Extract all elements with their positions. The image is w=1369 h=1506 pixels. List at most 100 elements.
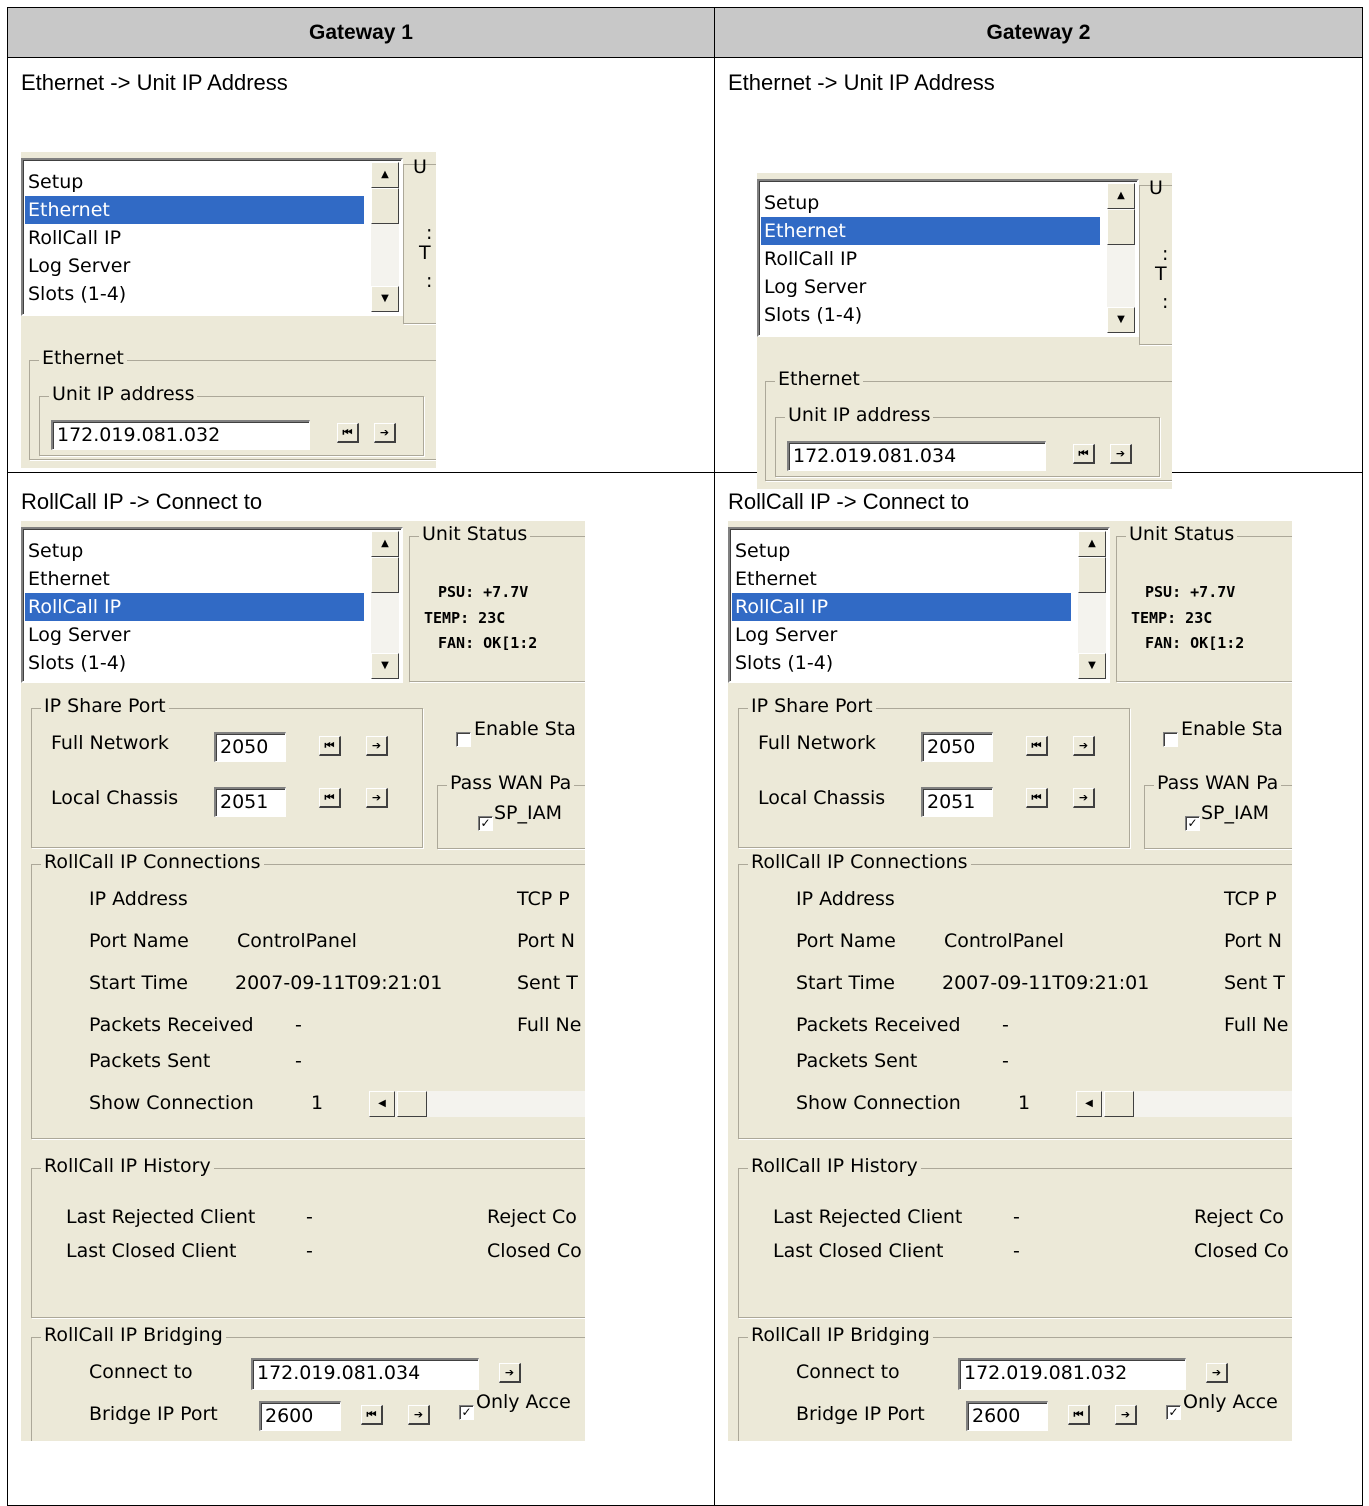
scroll-down-icon[interactable]: ▼ (1107, 307, 1135, 333)
nav-list-item[interactable]: Slots (1-4) (732, 649, 1071, 677)
nav-list-item[interactable]: Slots (1-4) (25, 649, 364, 677)
partial-text: : (426, 222, 433, 244)
arrow-right-icon[interactable]: ➔ (408, 1405, 430, 1425)
nav-listbox[interactable]: Setup Ethernet RollCall IP Log Server Slots … (21, 527, 403, 683)
nav-listbox[interactable]: Setup Ethernet RollCall IP Log Server Slots … (757, 179, 1139, 337)
group-label: RollCall IP History (41, 1155, 214, 1177)
scroll-thumb[interactable] (397, 1091, 427, 1117)
group-label: Pass WAN Pa (447, 772, 575, 794)
scroll-thumb[interactable] (1104, 1091, 1134, 1117)
arrow-right-icon[interactable]: ➔ (1206, 1363, 1228, 1383)
unit-ip-input[interactable]: 172.019.081.032 (51, 420, 310, 450)
nav-list-item[interactable]: Log Server (25, 621, 364, 649)
group-label: RollCall IP Bridging (748, 1324, 933, 1346)
scroll-thumb[interactable] (371, 188, 399, 224)
nav-list-item[interactable]: Ethernet (25, 196, 364, 224)
arrow-right-icon[interactable]: ➔ (1115, 1405, 1137, 1425)
nav-list-item[interactable]: Ethernet (25, 565, 364, 593)
connection-scrollbar[interactable]: ◀ (369, 1091, 585, 1117)
bridge-port-input[interactable]: 2600 (966, 1401, 1048, 1431)
arrow-right-icon[interactable]: ➔ (499, 1363, 521, 1383)
arrow-right-icon[interactable]: ➔ (366, 736, 388, 756)
nav-list-item[interactable]: Ethernet (761, 217, 1100, 245)
last-closed-value: - (1013, 1240, 1020, 1262)
checkbox[interactable]: ✓ (1166, 1405, 1181, 1420)
scroll-up-icon[interactable]: ▲ (371, 531, 399, 557)
nav-list-item[interactable]: Slots (1-4) (25, 280, 364, 308)
nav-list-item[interactable]: RollCall IP (761, 245, 1100, 273)
scroll-up-icon[interactable]: ▲ (1078, 531, 1106, 557)
first-last-icon[interactable]: ⏮ (319, 736, 341, 756)
scroll-down-icon[interactable]: ▼ (371, 653, 399, 679)
tcp-port-label: TCP P (1224, 888, 1277, 910)
nav-list-item[interactable]: Setup (732, 537, 1071, 565)
first-last-icon[interactable]: ⏮ (1026, 788, 1048, 808)
full-network-input[interactable]: 2050 (921, 732, 993, 762)
nav-listbox[interactable]: Setup Ethernet RollCall IP Log Server Slots … (21, 158, 403, 316)
list-scrollbar[interactable]: ▲ ▼ (1078, 531, 1106, 679)
arrow-right-icon[interactable]: ➔ (1110, 444, 1132, 464)
tcp-port-label: TCP P (517, 888, 570, 910)
nav-listbox[interactable]: Setup Ethernet RollCall IP Log Server Slots … (728, 527, 1110, 683)
local-chassis-input[interactable]: 2051 (921, 787, 993, 817)
local-chassis-input[interactable]: 2051 (214, 787, 286, 817)
scroll-down-icon[interactable]: ▼ (371, 286, 399, 312)
show-connection-label: Show Connection (796, 1092, 961, 1114)
connect-to-input[interactable]: 172.019.081.034 (251, 1358, 479, 1390)
nav-list-item[interactable]: Setup (25, 537, 364, 565)
first-last-icon[interactable]: ⏮ (337, 423, 359, 443)
scroll-up-icon[interactable]: ▲ (371, 162, 399, 188)
arrow-right-icon[interactable]: ➔ (374, 423, 396, 443)
checkbox[interactable]: ✓ (478, 816, 493, 831)
nav-list-item[interactable]: RollCall IP (732, 593, 1071, 621)
last-rejected-value: - (306, 1206, 313, 1228)
group-label: IP Share Port (41, 695, 169, 717)
scroll-left-icon[interactable]: ◀ (369, 1091, 395, 1117)
nav-list-item[interactable]: RollCall IP (25, 593, 364, 621)
partial-text: T (1155, 263, 1167, 285)
connection-scrollbar[interactable]: ◀ (1076, 1091, 1292, 1117)
scroll-thumb[interactable] (371, 557, 399, 593)
first-last-icon[interactable]: ⏮ (361, 1405, 383, 1425)
arrow-right-icon[interactable]: ➔ (1073, 788, 1095, 808)
reject-count-label: Reject Co (1194, 1206, 1284, 1228)
scroll-thumb[interactable] (1078, 557, 1106, 593)
first-last-icon[interactable]: ⏮ (1026, 736, 1048, 756)
ip-address-label: IP Address (796, 888, 895, 910)
arrow-right-icon[interactable]: ➔ (366, 788, 388, 808)
unit-ip-input[interactable]: 172.019.081.034 (787, 441, 1046, 471)
scroll-up-icon[interactable]: ▲ (1107, 183, 1135, 209)
list-scrollbar[interactable]: ▲ ▼ (371, 531, 399, 679)
checkbox[interactable]: ✓ (459, 1405, 474, 1420)
arrow-right-icon[interactable]: ➔ (1073, 736, 1095, 756)
full-network-input[interactable]: 2050 (214, 732, 286, 762)
connect-to-input[interactable]: 172.019.081.032 (958, 1358, 1186, 1390)
bridge-port-input[interactable]: 2600 (259, 1401, 341, 1431)
checkbox[interactable] (456, 732, 471, 747)
first-last-icon[interactable]: ⏮ (1073, 444, 1095, 464)
nav-list-item[interactable]: Setup (761, 189, 1100, 217)
checkbox[interactable] (1163, 732, 1178, 747)
nav-list-item[interactable]: Log Server (732, 621, 1071, 649)
enable-status-label: Enable Sta (1181, 718, 1283, 740)
scroll-down-icon[interactable]: ▼ (1078, 653, 1106, 679)
checkbox[interactable]: ✓ (1185, 816, 1200, 831)
nav-list-item[interactable]: Slots (1-4) (761, 301, 1100, 329)
nav-list-item[interactable]: Log Server (761, 273, 1100, 301)
fan-readout: FAN: OK[1:2 (1145, 634, 1245, 652)
partial-text: T (419, 242, 431, 264)
group-box (738, 708, 1130, 848)
nav-list-item[interactable]: RollCall IP (25, 224, 364, 252)
port-number-label: Port N (1224, 930, 1282, 952)
scroll-thumb[interactable] (1107, 209, 1135, 245)
fan-readout: FAN: OK[1:2 (438, 634, 538, 652)
group-label: Unit IP address (49, 383, 198, 405)
first-last-icon[interactable]: ⏮ (319, 788, 341, 808)
list-scrollbar[interactable]: ▲ ▼ (371, 162, 399, 312)
scroll-left-icon[interactable]: ◀ (1076, 1091, 1102, 1117)
first-last-icon[interactable]: ⏮ (1068, 1405, 1090, 1425)
nav-list-item[interactable]: Ethernet (732, 565, 1071, 593)
nav-list-item[interactable]: Setup (25, 168, 364, 196)
nav-list-item[interactable]: Log Server (25, 252, 364, 280)
list-scrollbar[interactable]: ▲ ▼ (1107, 183, 1135, 333)
